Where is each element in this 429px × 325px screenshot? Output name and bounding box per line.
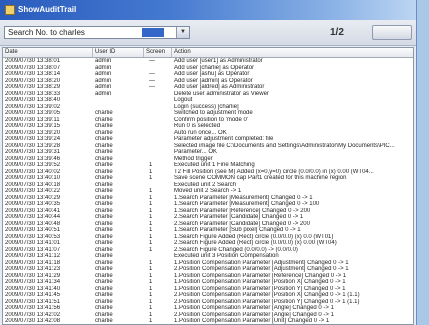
table-body: 2009/07/30 13:38:01 admin — Add user [user1…	[3, 58, 413, 324]
table-row[interactable]: 2009/07/30 13:42:08 charlie 1 1.Position Co…	[3, 318, 413, 324]
date-cell: 2009/07/30 13:42:08	[5, 318, 61, 324]
title-bar[interactable]: ShowAuditTrail	[0, 0, 416, 20]
column-header-user-id[interactable]: User ID	[93, 48, 144, 57]
filter-selection-highlight	[142, 28, 164, 37]
chevron-down-icon[interactable]: ▼	[176, 27, 189, 38]
audit-trail-window: ShowAuditTrail Search No. to charles ▼ 1…	[0, 0, 417, 325]
user-id-cell: charlie	[95, 318, 113, 324]
action-cell: 1.Position Compensation Parameter [Unit]…	[174, 318, 330, 324]
toolbar: Search No. to charles ▼ 1/2	[0, 20, 416, 46]
column-header-date[interactable]: Date	[3, 48, 93, 57]
window-title: ShowAuditTrail	[18, 5, 77, 14]
column-header-screen[interactable]: Screen	[144, 48, 172, 57]
filter-dropdown-value: Search No. to charles	[8, 28, 85, 37]
page-indicator: 1/2	[330, 27, 344, 38]
screen-cell: 1	[149, 318, 153, 324]
filter-dropdown[interactable]: Search No. to charles ▼	[4, 26, 190, 39]
page-nav-button[interactable]	[372, 25, 412, 40]
app-icon	[5, 5, 15, 15]
column-header-action[interactable]: Action	[172, 48, 413, 57]
table-header: Date User ID Screen Action	[3, 48, 413, 58]
audit-trail-table: Date User ID Screen Action 2009/07/30 13…	[2, 47, 414, 325]
